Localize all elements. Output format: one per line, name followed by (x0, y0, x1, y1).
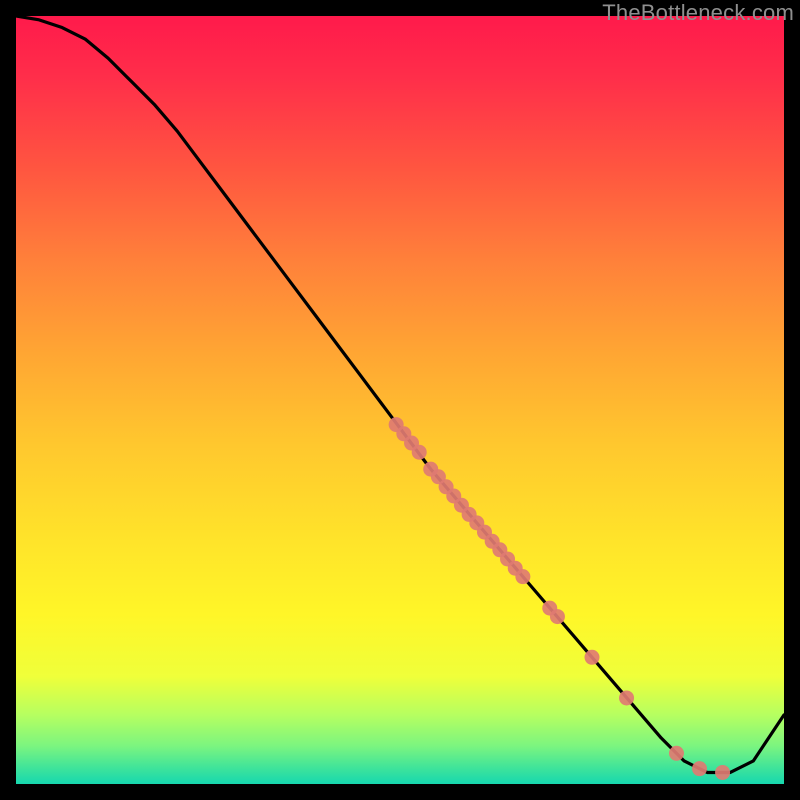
bottleneck-curve (16, 16, 784, 772)
chart-overlay (16, 16, 784, 784)
scatter-points (389, 417, 730, 780)
data-point (515, 569, 530, 584)
data-point (585, 650, 600, 665)
data-point (715, 765, 730, 780)
data-point (550, 609, 565, 624)
data-point (619, 690, 634, 705)
data-point (692, 761, 707, 776)
data-point (412, 445, 427, 460)
data-point (669, 746, 684, 761)
chart-stage: TheBottleneck.com (0, 0, 800, 800)
attribution-label: TheBottleneck.com (602, 0, 794, 24)
chart-plot-area (16, 16, 784, 784)
